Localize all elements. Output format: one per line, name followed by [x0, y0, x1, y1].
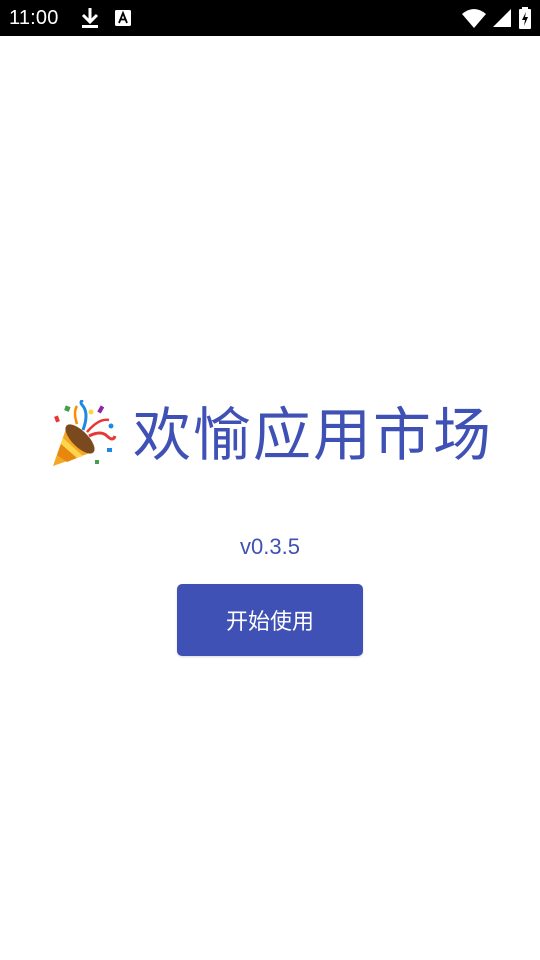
- status-time: 11:00: [9, 7, 59, 29]
- status-bar: 11:00: [0, 0, 540, 36]
- status-right-icons: [462, 6, 532, 30]
- battery-charging-icon: [519, 7, 531, 29]
- version-label: v0.3.5: [240, 534, 300, 559]
- cell-signal-icon: [493, 9, 511, 27]
- start-button[interactable]: 开始使用: [177, 584, 363, 656]
- party-popper-icon: [52, 400, 117, 466]
- status-left-icons: [80, 6, 132, 30]
- app-title-row: 欢愉应用市场: [0, 395, 540, 475]
- wifi-icon: [462, 9, 486, 28]
- download-icon: [81, 8, 99, 28]
- app-title: 欢愉应用市场: [132, 401, 493, 469]
- notification-a-icon: [115, 10, 131, 26]
